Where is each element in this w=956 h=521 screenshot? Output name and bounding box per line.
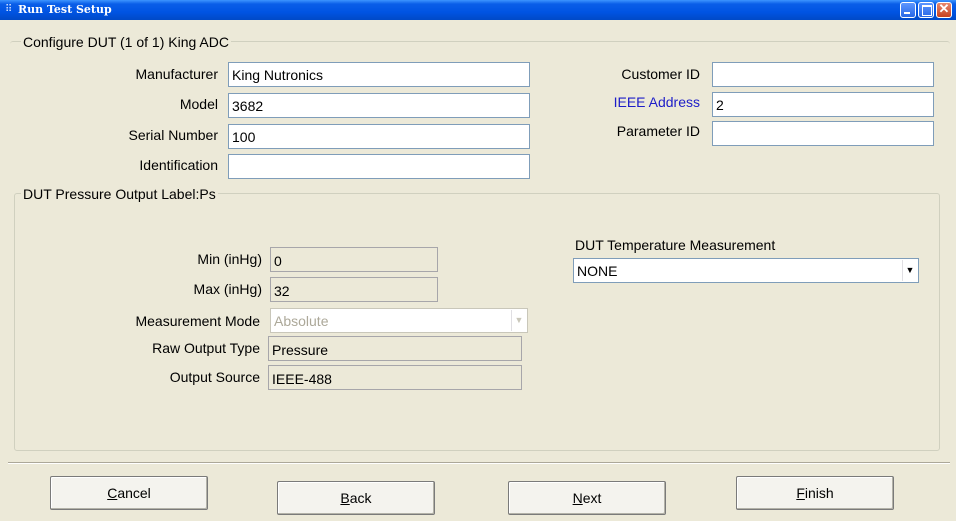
close-icon: ✕ <box>938 1 950 16</box>
cancel-button[interactable]: Cancel <box>50 476 208 510</box>
identification-field[interactable] <box>228 154 530 179</box>
manufacturer-label: Manufacturer <box>135 66 218 82</box>
output-source-value: IEEE-488 <box>268 365 522 390</box>
title-bar[interactable]: ⠿ Run Test Setup ✕ <box>0 0 956 20</box>
serial-number-field[interactable]: 100 <box>228 124 530 149</box>
back-button[interactable]: Back <box>277 481 435 515</box>
min-value: 0 <box>270 247 438 272</box>
close-button[interactable]: ✕ <box>936 2 952 18</box>
model-field[interactable]: 3682 <box>228 93 530 118</box>
raw-output-type-label: Raw Output Type <box>152 340 260 356</box>
dut-pressure-legend: DUT Pressure Output Label:Ps <box>21 186 218 202</box>
app-icon: ⠿ <box>5 4 13 15</box>
maximize-button[interactable] <box>918 2 934 18</box>
max-label: Max (inHg) <box>193 281 262 297</box>
customer-id-label: Customer ID <box>621 66 700 82</box>
dut-temperature-value: NONE <box>577 263 618 279</box>
separator <box>8 462 950 464</box>
serial-number-label: Serial Number <box>128 127 218 143</box>
measurement-mode-select[interactable]: Absolute ▼ <box>270 308 528 333</box>
window-title: Run Test Setup <box>18 3 112 16</box>
customer-id-field[interactable] <box>712 62 934 87</box>
dut-temperature-label: DUT Temperature Measurement <box>575 237 776 253</box>
measurement-mode-label: Measurement Mode <box>135 313 260 329</box>
output-source-label: Output Source <box>169 369 260 385</box>
identification-label: Identification <box>139 157 218 173</box>
parameter-id-label: Parameter ID <box>616 123 700 139</box>
minimize-icon <box>904 12 910 14</box>
model-label: Model <box>179 96 218 112</box>
parameter-id-field[interactable] <box>712 121 934 146</box>
min-label: Min (inHg) <box>197 251 262 267</box>
raw-output-type-value: Pressure <box>268 336 522 361</box>
maximize-icon <box>922 5 932 16</box>
minimize-button[interactable] <box>900 2 916 18</box>
ieee-address-label: IEEE Address <box>613 94 700 110</box>
max-value: 32 <box>270 277 438 302</box>
manufacturer-field[interactable]: King Nutronics <box>228 62 530 87</box>
ieee-address-field[interactable]: 2 <box>712 92 934 117</box>
measurement-mode-value: Absolute <box>274 313 329 329</box>
finish-button[interactable]: Finish <box>736 476 894 510</box>
run-test-setup-window: ⠿ Run Test Setup ✕ Configure DUT (1 of 1… <box>0 0 956 521</box>
chevron-down-icon[interactable]: ▼ <box>511 310 526 331</box>
chevron-down-icon[interactable]: ▼ <box>902 260 917 281</box>
configure-dut-legend: Configure DUT (1 of 1) King ADC <box>21 34 231 50</box>
dut-temperature-select[interactable]: NONE ▼ <box>573 258 919 283</box>
next-button[interactable]: Next <box>508 481 666 515</box>
